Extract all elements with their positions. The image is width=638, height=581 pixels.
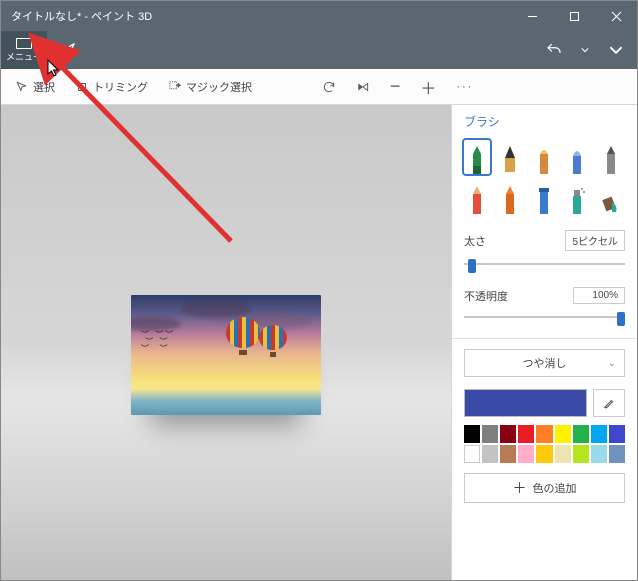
brush-pencil[interactable] bbox=[598, 140, 624, 174]
history-dropdown[interactable] bbox=[575, 31, 595, 69]
palette-swatch[interactable] bbox=[518, 425, 534, 443]
thickness-slider[interactable] bbox=[464, 257, 625, 271]
flip-tool[interactable] bbox=[346, 69, 380, 104]
select-label: 選択 bbox=[33, 79, 55, 95]
thickness-section: 太さ 5ピクセル bbox=[452, 224, 637, 281]
expand-button[interactable] bbox=[595, 31, 637, 69]
palette-swatch[interactable] bbox=[464, 445, 480, 463]
palette-swatch[interactable] bbox=[555, 445, 571, 463]
opacity-slider[interactable] bbox=[464, 310, 625, 324]
brush-crayon[interactable] bbox=[497, 180, 523, 214]
palette-swatch[interactable] bbox=[464, 425, 480, 443]
chevron-down-icon: ⌄ bbox=[608, 358, 616, 369]
select-tool[interactable]: 選択 bbox=[5, 69, 65, 104]
brush-eraser[interactable] bbox=[464, 180, 490, 214]
side-panel: ブラシ 太さ 5ピクセル bbox=[451, 105, 637, 580]
window-title: タイトルなし* - ペイント 3D bbox=[1, 8, 511, 24]
menu-icon bbox=[16, 38, 32, 49]
palette-swatch[interactable] bbox=[500, 425, 516, 443]
crop-tool[interactable]: トリミング bbox=[65, 69, 158, 104]
palette-swatch[interactable] bbox=[609, 445, 625, 463]
menu-label: メニュー bbox=[6, 50, 42, 63]
brush-watercolor[interactable] bbox=[564, 140, 590, 174]
material-dropdown[interactable]: つや消し ⌄ bbox=[464, 349, 625, 377]
eyedropper-button[interactable] bbox=[593, 389, 625, 417]
zoom-out-tool[interactable]: − bbox=[380, 69, 411, 104]
palette-swatch[interactable] bbox=[536, 445, 552, 463]
material-value: つや消し bbox=[523, 355, 567, 371]
color-palette bbox=[464, 425, 625, 463]
brush-grid bbox=[452, 134, 637, 224]
add-color-label: 色の追加 bbox=[533, 480, 577, 496]
brush-fill[interactable] bbox=[598, 180, 624, 214]
palette-swatch[interactable] bbox=[609, 425, 625, 443]
brush-marker[interactable] bbox=[464, 140, 490, 174]
magic-select-tool[interactable]: マジック選択 bbox=[158, 69, 262, 104]
inserted-image[interactable]: ︶ ︶︶ ︶ ︶︶ ︶ bbox=[131, 295, 321, 415]
maximize-button[interactable] bbox=[553, 1, 595, 31]
current-color-swatch[interactable] bbox=[464, 389, 587, 417]
brush-oil[interactable] bbox=[531, 140, 557, 174]
thickness-value[interactable]: 5ピクセル bbox=[565, 230, 625, 251]
palette-swatch[interactable] bbox=[573, 445, 589, 463]
app-window: タイトルなし* - ペイント 3D メニュー bbox=[0, 0, 638, 581]
opacity-section: 不透明度 100% bbox=[452, 281, 637, 334]
opacity-label: 不透明度 bbox=[464, 288, 508, 304]
palette-swatch[interactable] bbox=[573, 425, 589, 443]
brushes-tab[interactable] bbox=[47, 31, 89, 69]
canvas-3d-viewport[interactable]: ︶ ︶︶ ︶ ︶︶ ︶ bbox=[1, 105, 451, 580]
palette-swatch[interactable] bbox=[482, 425, 498, 443]
palette-swatch[interactable] bbox=[591, 445, 607, 463]
thickness-label: 太さ bbox=[464, 233, 486, 249]
tools-toolbar: 選択 トリミング マジック選択 − ＋ ··· bbox=[1, 69, 637, 105]
title-bar: タイトルなし* - ペイント 3D bbox=[1, 1, 637, 31]
add-color-button[interactable]: ＋ 色の追加 bbox=[464, 473, 625, 503]
brush-calligraphy[interactable] bbox=[497, 140, 523, 174]
crop-label: トリミング bbox=[93, 79, 148, 95]
palette-swatch[interactable] bbox=[591, 425, 607, 443]
palette-swatch[interactable] bbox=[482, 445, 498, 463]
palette-swatch[interactable] bbox=[500, 445, 516, 463]
content-area: ︶ ︶︶ ︶ ︶︶ ︶ ブラシ 太さ bbox=[1, 105, 637, 580]
brushes-heading: ブラシ bbox=[452, 105, 637, 134]
ribbon-bar: メニュー bbox=[1, 31, 637, 69]
rotate-tool[interactable] bbox=[312, 69, 346, 104]
zoom-in-tool[interactable]: ＋ bbox=[410, 69, 446, 104]
undo-button[interactable] bbox=[533, 31, 575, 69]
palette-swatch[interactable] bbox=[536, 425, 552, 443]
more-tools[interactable]: ··· bbox=[446, 69, 483, 104]
brush-pixel[interactable] bbox=[531, 180, 557, 214]
opacity-value[interactable]: 100% bbox=[573, 287, 625, 304]
magic-label: マジック選択 bbox=[186, 79, 252, 95]
close-button[interactable] bbox=[595, 1, 637, 31]
minimize-button[interactable] bbox=[511, 1, 553, 31]
palette-swatch[interactable] bbox=[555, 425, 571, 443]
palette-swatch[interactable] bbox=[518, 445, 534, 463]
menu-button[interactable]: メニュー bbox=[1, 31, 47, 69]
brush-spray[interactable] bbox=[564, 180, 590, 214]
